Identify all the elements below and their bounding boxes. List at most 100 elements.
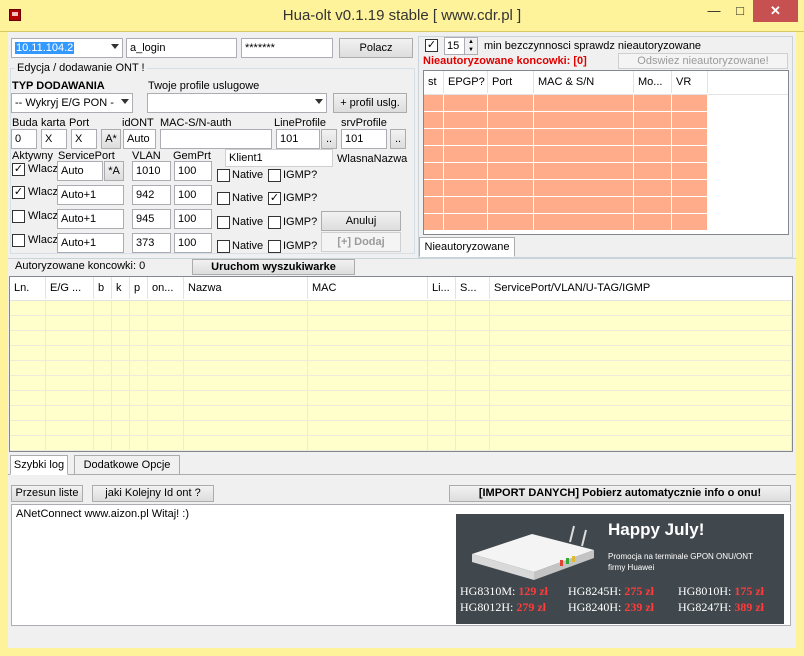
grid-cell[interactable] [10,316,46,331]
grid-cell[interactable] [130,406,148,421]
import-data-button[interactable]: [IMPORT DANYCH] Pobierz automatycznie in… [449,485,791,502]
grid-cell[interactable] [10,346,46,361]
port-input[interactable]: X [71,129,97,149]
grid-cell[interactable] [184,316,308,331]
grid-cell[interactable] [46,301,94,316]
grid-cell[interactable] [308,331,428,346]
grid-cell[interactable] [308,301,428,316]
lineprofile-more-button[interactable]: .. [321,129,337,149]
add-profile-button[interactable]: + profil uslg. [333,93,407,113]
grid-cell[interactable] [94,436,112,451]
enable-checkbox-4[interactable] [12,234,25,247]
profiles-combo[interactable] [147,93,327,113]
grid-cell[interactable] [130,346,148,361]
grid-cell[interactable] [490,391,792,406]
grid-cell[interactable] [94,376,112,391]
grid-cell[interactable] [428,331,456,346]
grid-cell[interactable] [130,421,148,436]
srvprofile-more-button[interactable]: .. [390,129,406,149]
grid-cell[interactable] [490,301,792,316]
native-checkbox-3[interactable] [217,216,230,229]
igmp-checkbox-3[interactable] [268,216,281,229]
grid-cell[interactable] [184,361,308,376]
grid-cell[interactable] [428,361,456,376]
grid-cell[interactable] [308,376,428,391]
grid-cell[interactable] [10,301,46,316]
maximize-button[interactable]: □ [727,0,753,22]
grid-cell[interactable] [456,376,490,391]
grid-cell[interactable] [130,376,148,391]
auth-col-mac[interactable]: MAC [308,277,428,299]
promo-banner[interactable]: Happy July! Promocja na terminale GPON O… [456,514,784,624]
grid-cell[interactable] [10,361,46,376]
igmp-checkbox-4[interactable] [268,240,281,253]
grid-cell[interactable] [308,391,428,406]
grid-cell[interactable] [94,361,112,376]
serviceport-input-2[interactable]: Auto+1 [57,185,124,205]
serviceport-input-3[interactable]: Auto+1 [57,209,124,229]
type-combo[interactable]: -- Wykryj E/G PON - [11,93,133,113]
auth-col-li[interactable]: Li... [428,277,456,299]
vlan-input-4[interactable]: 373 [132,233,171,253]
grid-cell[interactable] [490,346,792,361]
grid-cell[interactable] [46,316,94,331]
grid-cell[interactable] [130,316,148,331]
grid-cell[interactable] [112,361,130,376]
gem-input-4[interactable]: 100 [174,233,212,253]
auth-grid-body[interactable] [10,301,792,451]
auth-col-nazwa[interactable]: Nazwa [184,277,308,299]
grid-cell[interactable] [456,301,490,316]
grid-cell[interactable] [184,301,308,316]
grid-cell[interactable] [112,316,130,331]
grid-cell[interactable] [10,406,46,421]
karta-input[interactable]: X [41,129,67,149]
grid-cell[interactable] [428,376,456,391]
grid-cell[interactable] [308,361,428,376]
minimize-button[interactable]: — [701,0,727,22]
grid-cell[interactable] [456,406,490,421]
idont-input[interactable]: Auto [123,129,156,149]
grid-cell[interactable] [184,436,308,451]
grid-cell[interactable] [456,391,490,406]
grid-cell[interactable] [428,301,456,316]
native-checkbox-2[interactable] [217,192,230,205]
ip-combo[interactable]: 10.11.104.2 [11,38,123,58]
grid-cell[interactable] [184,346,308,361]
grid-cell[interactable] [308,436,428,451]
vlan-input-3[interactable]: 945 [132,209,171,229]
grid-cell[interactable] [46,406,94,421]
grid-cell[interactable] [428,391,456,406]
auth-col-on[interactable]: on... [148,277,184,299]
grid-cell[interactable] [112,331,130,346]
buda-input[interactable]: 0 [11,129,37,149]
serviceport-auto-button[interactable]: *A [104,161,124,181]
grid-cell[interactable] [94,346,112,361]
vlan-input-1[interactable]: 1010 [132,161,171,181]
auth-col-ln[interactable]: Ln. [10,277,46,299]
grid-cell[interactable] [10,391,46,406]
gem-input-2[interactable]: 100 [174,185,212,205]
a-star-button[interactable]: A* [101,129,121,149]
grid-cell[interactable] [428,421,456,436]
grid-cell[interactable] [308,346,428,361]
login-input[interactable]: a_login [126,38,237,58]
next-id-button[interactable]: jaki Kolejny Id ont ? [92,485,214,502]
grid-cell[interactable] [112,436,130,451]
native-checkbox-1[interactable] [217,169,230,182]
password-input[interactable]: ******* [241,38,333,58]
grid-cell[interactable] [148,331,184,346]
srvprofile-input[interactable]: 101 [341,129,387,149]
grid-cell[interactable] [490,316,792,331]
grid-cell[interactable] [308,316,428,331]
auth-col-k[interactable]: k [112,277,130,299]
grid-cell[interactable] [148,421,184,436]
grid-cell[interactable] [456,331,490,346]
mac-input[interactable] [160,129,272,149]
grid-cell[interactable] [112,406,130,421]
grid-cell[interactable] [46,361,94,376]
grid-cell[interactable] [46,331,94,346]
grid-cell[interactable] [184,376,308,391]
grid-cell[interactable] [428,346,456,361]
cancel-button[interactable]: Anuluj [321,211,401,231]
grid-cell[interactable] [94,406,112,421]
